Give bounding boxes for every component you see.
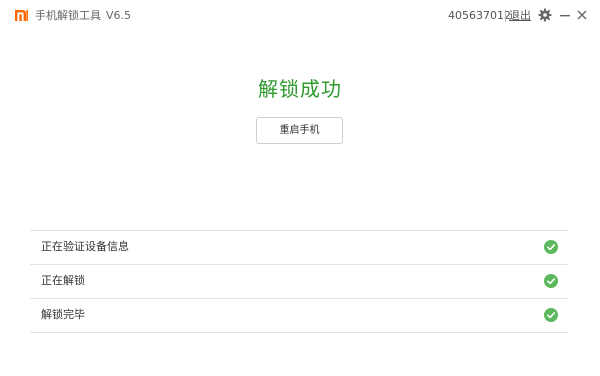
reboot-phone-button[interactable]: 重启手机 [256, 117, 343, 144]
logout-link[interactable]: 退出 [509, 9, 531, 23]
step-label: 解锁完毕 [41, 308, 85, 321]
check-circle-icon [544, 308, 558, 322]
step-unlocking: 正在解锁 [30, 265, 568, 298]
check-circle-icon [544, 274, 558, 288]
unlock-status-title: 解锁成功 [258, 77, 342, 101]
step-unlock-complete: 解锁完毕 [30, 299, 568, 332]
app-title: 手机解锁工具 [35, 9, 101, 22]
divider [505, 10, 506, 22]
close-button[interactable] [575, 8, 589, 22]
settings-button[interactable] [538, 8, 552, 22]
minimize-icon [560, 15, 570, 17]
mi-logo-icon [15, 10, 28, 21]
check-circle-icon [544, 240, 558, 254]
minimize-button[interactable] [558, 8, 572, 22]
mi-unlock-window: 手机解锁工具 V6.5 405637012 退出 解锁成功 重启手机 正在验证设… [0, 0, 600, 376]
divider [30, 332, 568, 333]
unlock-steps-list: 正在验证设备信息 正在解锁 解锁完毕 [30, 230, 568, 333]
gear-icon [538, 8, 552, 22]
close-icon [577, 10, 587, 20]
title-bar: 手机解锁工具 V6.5 405637012 退出 [0, 0, 600, 32]
app-version: V6.5 [106, 9, 132, 22]
step-verify-device: 正在验证设备信息 [30, 231, 568, 264]
account-id: 405637012 [448, 9, 511, 22]
step-label: 正在验证设备信息 [41, 240, 129, 253]
step-label: 正在解锁 [41, 274, 85, 287]
